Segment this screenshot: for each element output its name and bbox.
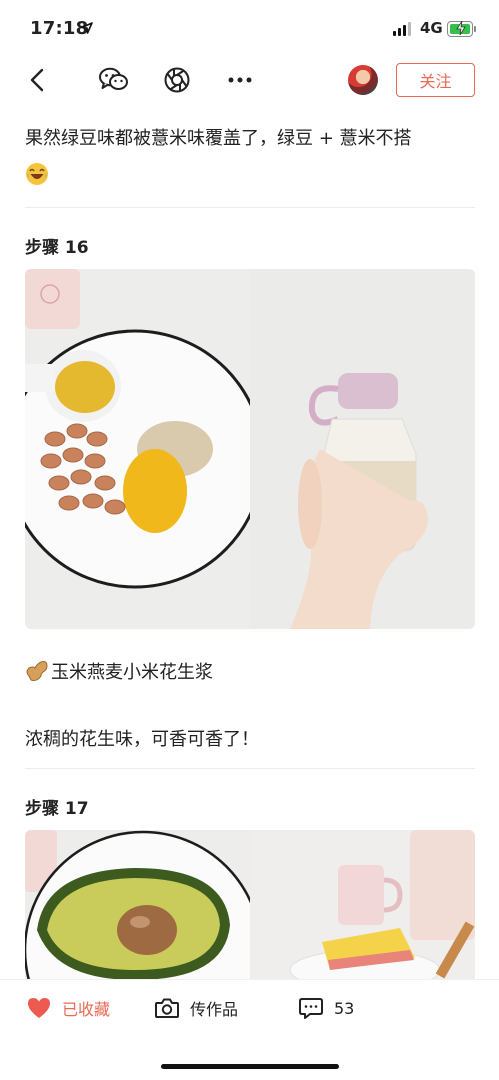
signal-icon (393, 22, 411, 36)
battery-icon (447, 21, 473, 37)
step-16-caption-title: 玉米燕麦小米花生浆 (25, 658, 213, 684)
heart-icon (28, 998, 50, 1018)
favorite-label: 已收藏 (62, 1000, 111, 1019)
home-indicator (161, 1064, 339, 1069)
more-icon[interactable] (225, 65, 255, 95)
step-17-photo[interactable] (25, 830, 475, 980)
follow-button[interactable]: 关注 (396, 63, 475, 97)
intro-text: 果然绿豆味都被薏米味覆盖了，绿豆 + 薏米不搭 (25, 128, 412, 149)
upload-work-button[interactable]: 传作品 (154, 996, 238, 1020)
avocado-image (25, 830, 250, 980)
step-16-title: 步骤 16 (25, 238, 89, 258)
peanut-milk-bottle-image (250, 269, 475, 629)
wechat-icon[interactable] (99, 65, 129, 95)
breakfast-table-image (250, 830, 475, 980)
upload-label: 传作品 (190, 1000, 239, 1019)
laughing-emoji-icon (25, 162, 49, 186)
status-time: 17:18 (30, 18, 89, 39)
step-16-photo[interactable] (25, 269, 475, 629)
back-chevron-icon[interactable] (22, 65, 52, 95)
moments-icon[interactable] (162, 65, 192, 95)
bowl-with-ingredients-image (25, 269, 250, 629)
location-arrow-icon (81, 22, 93, 34)
peanut-icon (26, 661, 48, 681)
divider (25, 207, 475, 208)
favorite-button[interactable]: 已收藏 (26, 996, 110, 1020)
caption-title-text: 玉米燕麦小米花生浆 (51, 662, 213, 683)
camera-icon (155, 998, 179, 1018)
network-label: 4G (420, 19, 443, 37)
divider (25, 768, 475, 769)
step-16-caption-body: 浓稠的花生味，可香可香了！ (25, 729, 259, 750)
comment-button[interactable]: 53 (298, 996, 354, 1020)
comment-count: 53 (334, 998, 355, 1018)
intro-paragraph: 果然绿豆味都被薏米味覆盖了，绿豆 + 薏米不搭 (25, 120, 475, 157)
nav-bar: 关注 (0, 58, 499, 102)
author-avatar[interactable] (348, 65, 378, 95)
status-bar: 17:18 4G (0, 0, 499, 58)
step-17-title: 步骤 17 (25, 799, 89, 819)
comment-icon (299, 998, 323, 1019)
battery-cap (474, 26, 476, 32)
